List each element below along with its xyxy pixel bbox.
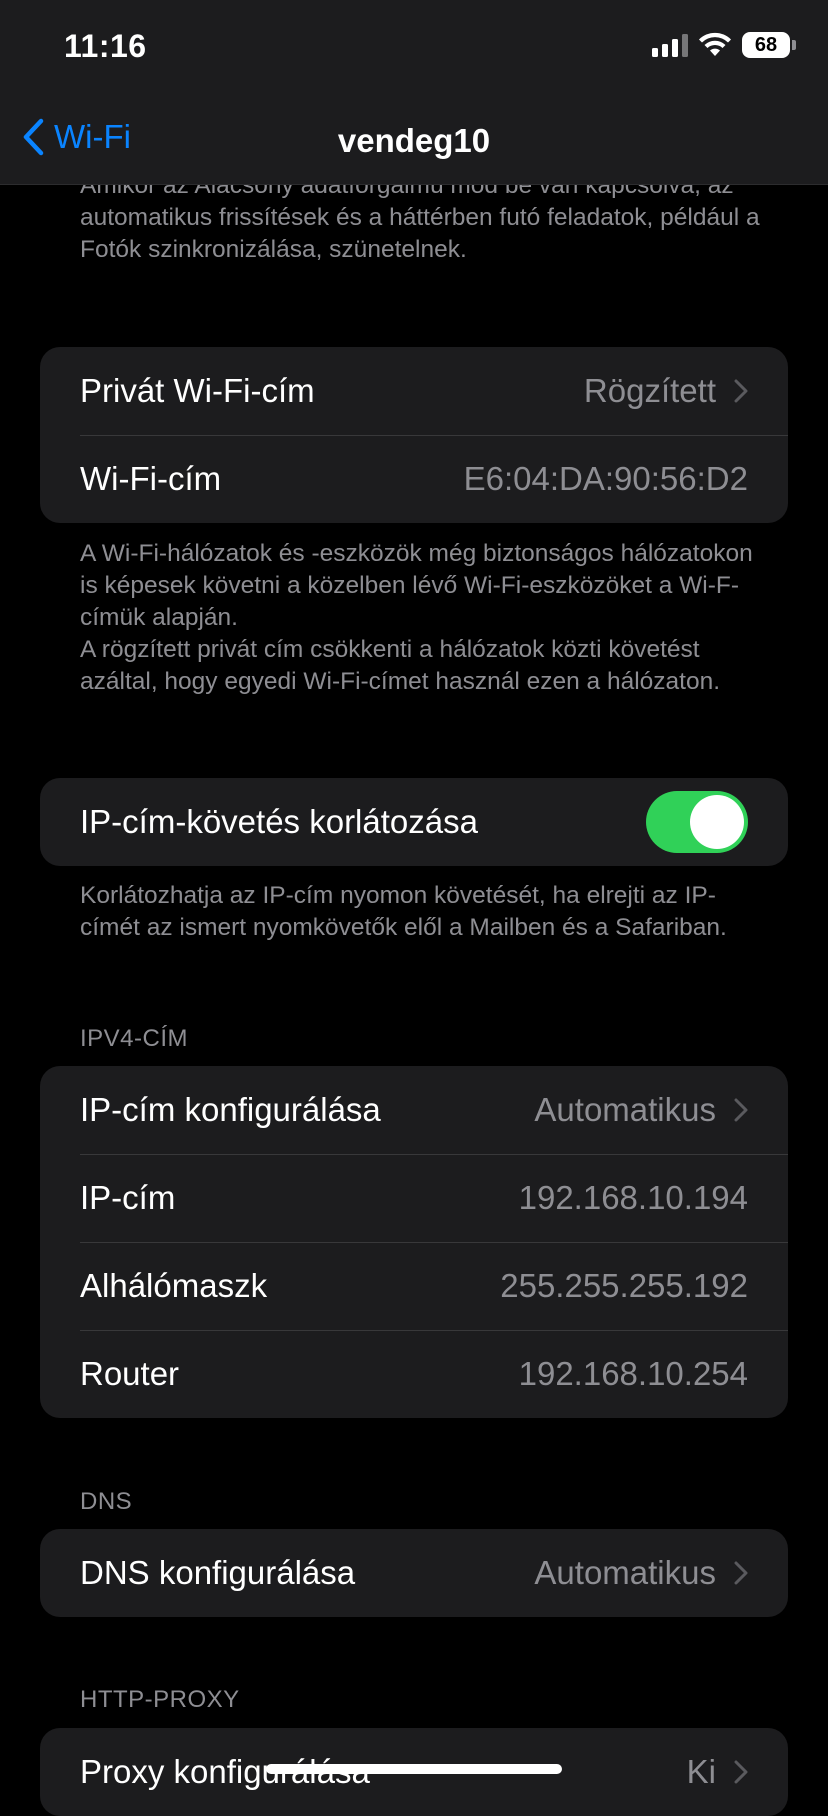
status-time: 11:16 <box>64 28 147 64</box>
page-title: vendeg10 <box>337 122 491 159</box>
private-address-footer-line2: A rögzített privát cím csökkenti a hálóz… <box>80 636 721 695</box>
battery-icon: 68 <box>742 32 790 58</box>
wifi-address-row: Wi-Fi-cím E6:04:DA:90:56:D2 <box>40 435 788 523</box>
configure-dns-label: DNS konfigurálása <box>80 1554 356 1591</box>
private-wifi-address-row[interactable]: Privát Wi-Fi-cím Rögzített <box>40 347 788 435</box>
navigation-bar: Wi-Fi vendeg10 <box>0 100 828 185</box>
ip-address-label: IP-cím <box>80 1179 176 1216</box>
subnet-mask-label: Alhálómaszk <box>80 1267 268 1304</box>
chevron-right-icon <box>734 1561 748 1585</box>
ip-tracking-footer: Korlátozhatja az IP-cím nyomon követését… <box>80 882 727 941</box>
limit-ip-tracking-row: IP-cím-követés korlátozása <box>40 778 788 866</box>
subnet-mask-row: Alhálómaszk 255.255.255.192 <box>40 1242 788 1330</box>
subnet-mask-value: 255.255.255.192 <box>500 1267 748 1304</box>
wifi-icon <box>699 32 731 56</box>
chevron-right-icon <box>734 379 748 403</box>
dns-section-header: DNS <box>80 1488 133 1515</box>
http-proxy-section-header: HTTP-PROXY <box>80 1686 240 1713</box>
private-wifi-address-value: Rögzített <box>583 372 716 409</box>
ipv4-group: IP-cím konfigurálása Automatikus IP-cím … <box>40 1066 788 1418</box>
wifi-address-label: Wi-Fi-cím <box>80 460 222 497</box>
private-wifi-address-label: Privát Wi-Fi-cím <box>80 372 315 409</box>
battery-cap <box>792 40 796 50</box>
router-label: Router <box>80 1355 180 1392</box>
limit-ip-tracking-label: IP-cím-követés korlátozása <box>80 803 478 840</box>
configure-proxy-value: Ki <box>686 1753 716 1790</box>
chevron-right-icon <box>734 1760 748 1784</box>
ip-address-value: 192.168.10.194 <box>518 1179 748 1216</box>
wifi-address-value: E6:04:DA:90:56:D2 <box>463 460 748 497</box>
toggle-knob <box>690 795 744 849</box>
dns-group: DNS konfigurálása Automatikus <box>40 1529 788 1617</box>
limit-ip-tracking-toggle[interactable] <box>646 791 748 853</box>
configure-dns-value: Automatikus <box>534 1554 716 1591</box>
status-bar: 11:16 68 <box>0 0 828 100</box>
private-address-footer-line1: A Wi-Fi-hálózatok és -eszközök még bizto… <box>80 540 753 631</box>
configure-ip-label: IP-cím konfigurálása <box>80 1091 381 1128</box>
configure-dns-row[interactable]: DNS konfigurálása Automatikus <box>40 1529 788 1617</box>
cellular-signal-icon <box>652 33 688 57</box>
battery-level: 68 <box>754 33 778 56</box>
ip-tracking-group: IP-cím-követés korlátozása <box>40 778 788 866</box>
home-indicator[interactable] <box>266 1764 562 1774</box>
router-row: Router 192.168.10.254 <box>40 1330 788 1418</box>
status-icons: 68 <box>652 32 796 58</box>
private-address-group: Privát Wi-Fi-cím Rögzített Wi-Fi-cím E6:… <box>40 347 788 523</box>
configure-ip-row[interactable]: IP-cím konfigurálása Automatikus <box>40 1066 788 1154</box>
ipv4-section-header: IPV4-CÍM <box>80 1025 189 1052</box>
chevron-right-icon <box>734 1098 748 1122</box>
router-value: 192.168.10.254 <box>518 1355 748 1392</box>
ip-address-row: IP-cím 192.168.10.194 <box>40 1154 788 1242</box>
private-address-footer: A Wi-Fi-hálózatok és -eszközök még bizto… <box>80 538 760 698</box>
configure-ip-value: Automatikus <box>534 1091 716 1128</box>
